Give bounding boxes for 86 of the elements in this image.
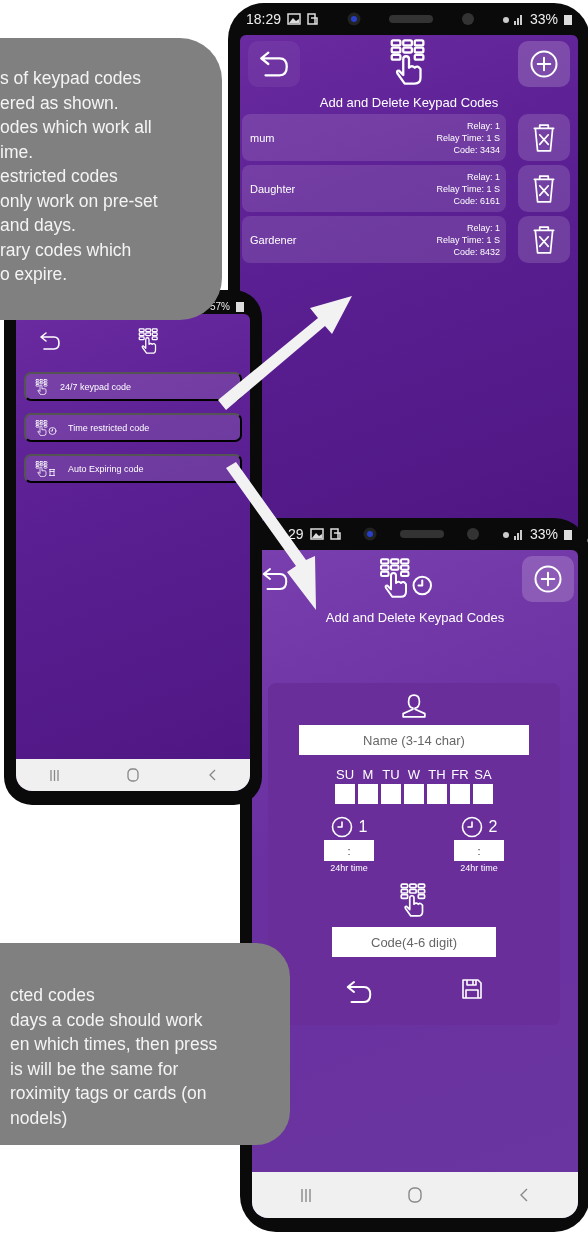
relay-time-label: Relay Time: 1 S (436, 233, 500, 246)
notification-icon (307, 13, 319, 25)
day-checkbox[interactable] (381, 784, 401, 804)
time-number: 2 (488, 818, 498, 836)
time-input[interactable]: : (454, 840, 504, 861)
screen-title: Add and Delete Keypad Codes (324, 610, 506, 625)
relay-label: Relay: 1 (466, 221, 500, 234)
screen-title: Add and Delete Keypad Codes (318, 95, 500, 110)
trash-bin-icon (531, 224, 557, 255)
back-button[interactable] (248, 41, 300, 87)
delete-button[interactable] (518, 114, 570, 161)
day-checkbox[interactable] (427, 784, 447, 804)
day-checkbox[interactable] (473, 784, 493, 804)
delete-button[interactable] (518, 165, 570, 212)
signal-icon (501, 528, 524, 540)
home-icon[interactable] (408, 1187, 422, 1203)
time-hint: 24hr time (460, 863, 498, 873)
battery-percent: 33% (529, 526, 558, 542)
front-camera-icon (363, 527, 378, 541)
day-label: SU (335, 767, 355, 782)
front-camera-icon (346, 12, 361, 26)
notification-icon (329, 528, 341, 540)
add-button[interactable] (518, 41, 570, 87)
day-label: M (361, 767, 375, 782)
day-label: TU (381, 767, 401, 782)
code-card[interactable]: mum Relay: 1 Relay Time: 1 S Code: 3434 (242, 114, 506, 161)
sensor-dot-icon (467, 528, 480, 540)
back-icon[interactable] (207, 769, 216, 781)
add-button[interactable] (522, 556, 574, 602)
relay-label: Relay: 1 (466, 119, 500, 132)
day-label: FR (450, 767, 470, 782)
menu-option[interactable]: Time restricted code (24, 413, 242, 442)
day-checkbox[interactable] (404, 784, 424, 804)
sensor-dot-icon (461, 13, 474, 25)
day-label: W (406, 767, 422, 782)
speaker-grille-icon (389, 15, 433, 23)
recent-apps-icon[interactable] (50, 769, 60, 781)
code-name: mum (250, 131, 275, 144)
recent-apps-icon[interactable] (300, 1188, 311, 1202)
speaker-grille-icon (400, 530, 445, 538)
time-hint: 24hr time (330, 863, 368, 873)
code-label: Code: 8432 (453, 245, 500, 258)
back-icon[interactable] (519, 1188, 530, 1202)
relay-time-label: Relay Time: 1 S (436, 182, 500, 195)
battery-icon (564, 13, 572, 25)
time-number: 1 (358, 818, 368, 836)
name-input[interactable]: Name (3-14 char) (299, 725, 529, 755)
day-checkbox[interactable] (450, 784, 470, 804)
battery-percent: 33% (530, 11, 558, 27)
relay-time-label: Relay Time: 1 S (436, 131, 500, 144)
back-arrow-icon (38, 329, 62, 353)
code-label: Code: 6161 (453, 194, 500, 207)
status-time: 18:29 (246, 11, 282, 27)
image-icon (287, 13, 302, 25)
image-icon (309, 528, 324, 540)
keypad-hand-icon (34, 419, 58, 436)
clock-icon (460, 816, 483, 838)
battery-icon (236, 301, 244, 312)
status-time: 29 (288, 526, 304, 542)
relay-label: Relay: 1 (466, 170, 500, 183)
day-checkbox[interactable] (358, 784, 378, 804)
delete-button[interactable] (518, 216, 570, 263)
add-icon (533, 564, 563, 594)
keypad-hand-icon (34, 378, 50, 395)
keypad-hand-icon (34, 460, 58, 477)
day-label: SA (473, 767, 493, 782)
trash-bin-icon (531, 122, 557, 153)
code-label: Code: 3434 (453, 143, 500, 156)
person-icon (401, 693, 427, 719)
menu-option[interactable]: Auto Expiring code (24, 454, 242, 483)
code-name: Daughter (250, 182, 296, 195)
trash-bin-icon (531, 173, 557, 204)
add-icon (529, 49, 559, 79)
code-card[interactable]: Daughter Relay: 1 Relay Time: 1 S Code: 6161 (242, 165, 506, 212)
time-input[interactable]: : (324, 840, 374, 861)
code-name: Gardener (250, 233, 297, 246)
callout-note: cted codes days a code should work en which times, then press is will be the same for roximity tags or cards (on nodels) (0, 943, 290, 1145)
signal-icon (502, 13, 524, 25)
clock-icon (330, 816, 353, 838)
code-card[interactable]: Gardener Relay: 1 Relay Time: 1 S Code: 8432 (242, 216, 506, 263)
code-input[interactable]: Code(4-6 digit) (332, 927, 496, 957)
menu-option[interactable]: 24/7 keypad code (24, 372, 242, 401)
battery-icon (564, 528, 572, 540)
home-icon[interactable] (127, 768, 140, 782)
day-checkbox[interactable] (335, 784, 355, 804)
day-label: TH (427, 767, 447, 782)
